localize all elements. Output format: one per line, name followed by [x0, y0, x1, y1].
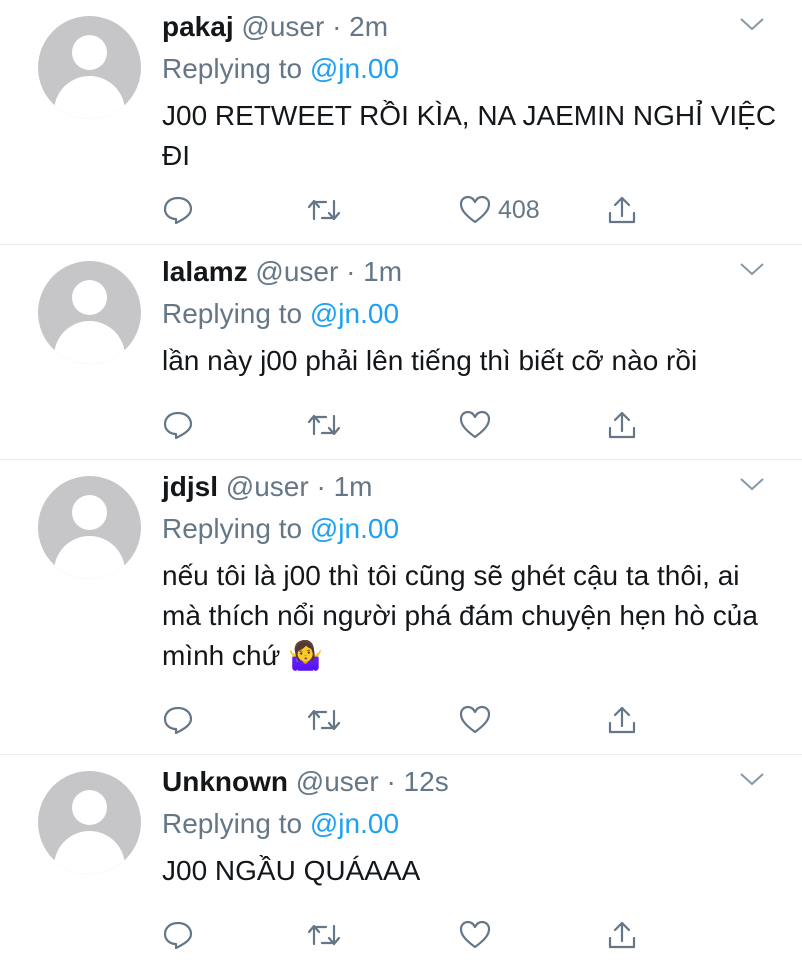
- tweet-actions: [162, 405, 682, 445]
- retweet-icon: [307, 414, 341, 436]
- chevron-down-icon[interactable]: [738, 769, 766, 789]
- user-name[interactable]: pakaj: [162, 11, 234, 42]
- heart-icon: [459, 410, 491, 439]
- tweet[interactable]: jdjsl @user · 1m Replying to @jn.00 nếu …: [0, 460, 802, 755]
- like-count: 408: [498, 195, 540, 224]
- share-button[interactable]: [606, 915, 638, 955]
- retweet-icon: [307, 199, 341, 221]
- heart-icon: [459, 195, 491, 224]
- tweet-actions: [162, 915, 682, 955]
- avatar[interactable]: [38, 16, 141, 119]
- share-button[interactable]: [606, 405, 638, 445]
- replying-handle-link[interactable]: @jn.00: [310, 808, 399, 839]
- user-meta: @user · 1m: [225, 471, 373, 502]
- retweet-icon: [307, 924, 341, 946]
- like-button[interactable]: [458, 405, 492, 445]
- retweet-button[interactable]: [306, 700, 342, 740]
- retweet-icon: [307, 709, 341, 731]
- replying-label: Replying to: [162, 298, 303, 329]
- reply-button[interactable]: [162, 405, 194, 445]
- tweet-header: Unknown @user · 12s: [162, 765, 449, 799]
- tweet-text: lần này j00 phải lên tiếng thì biết cỡ n…: [162, 345, 698, 376]
- share-button[interactable]: [606, 190, 638, 230]
- retweet-button[interactable]: [306, 915, 342, 955]
- replying-to: Replying to @jn.00: [162, 807, 399, 841]
- replying-to: Replying to @jn.00: [162, 297, 399, 331]
- retweet-button[interactable]: [306, 190, 342, 230]
- user-name[interactable]: jdjsl: [162, 471, 218, 502]
- heart-icon: [459, 705, 491, 734]
- chevron-down-icon[interactable]: [738, 14, 766, 34]
- reply-icon: [163, 196, 193, 225]
- reply-button[interactable]: [162, 190, 194, 230]
- user-name[interactable]: lalamz: [162, 256, 248, 287]
- reply-icon: [163, 411, 193, 440]
- replying-label: Replying to: [162, 513, 303, 544]
- share-icon: [608, 411, 636, 439]
- like-button[interactable]: 408: [458, 190, 540, 230]
- user-meta: @user · 12s: [295, 766, 449, 797]
- tweet-actions: [162, 700, 682, 740]
- tweet[interactable]: lalamz @user · 1m Replying to @jn.00 lần…: [0, 245, 802, 460]
- chevron-down-icon[interactable]: [738, 474, 766, 494]
- user-meta: @user · 1m: [255, 256, 403, 287]
- replying-label: Replying to: [162, 808, 303, 839]
- tweet-header: lalamz @user · 1m: [162, 255, 402, 289]
- share-icon: [608, 706, 636, 734]
- tweet[interactable]: pakaj @user · 2m Replying to @jn.00 J00 …: [0, 0, 802, 245]
- like-button[interactable]: [458, 700, 492, 740]
- avatar[interactable]: [38, 771, 141, 874]
- tweet-text: J00 RETWEET RỒI KÌA, NA JAEMIN NGHỈ VIỆC…: [162, 100, 777, 171]
- share-icon: [608, 196, 636, 224]
- reply-button[interactable]: [162, 700, 194, 740]
- like-button[interactable]: [458, 915, 492, 955]
- replying-handle-link[interactable]: @jn.00: [310, 53, 399, 84]
- replying-label: Replying to: [162, 53, 303, 84]
- tweet-header: jdjsl @user · 1m: [162, 470, 372, 504]
- share-icon: [608, 921, 636, 949]
- tweet-text: J00 NGẦU QUÁAAA: [162, 855, 421, 886]
- tweet-text: nếu tôi là j00 thì tôi cũng sẽ ghét cậu …: [162, 560, 758, 671]
- reply-icon: [163, 706, 193, 735]
- replying-handle-link[interactable]: @jn.00: [310, 298, 399, 329]
- replying-to: Replying to @jn.00: [162, 512, 399, 546]
- tweet[interactable]: Unknown @user · 12s Replying to @jn.00 J…: [0, 755, 802, 960]
- user-meta: @user · 2m: [241, 11, 389, 42]
- avatar[interactable]: [38, 261, 141, 364]
- tweet-header: pakaj @user · 2m: [162, 10, 388, 44]
- tweet-actions: 408: [162, 190, 682, 230]
- reply-icon: [163, 921, 193, 950]
- share-button[interactable]: [606, 700, 638, 740]
- heart-icon: [459, 920, 491, 949]
- replying-handle-link[interactable]: @jn.00: [310, 513, 399, 544]
- reply-button[interactable]: [162, 915, 194, 955]
- chevron-down-icon[interactable]: [738, 259, 766, 279]
- avatar[interactable]: [38, 476, 141, 579]
- retweet-button[interactable]: [306, 405, 342, 445]
- user-name[interactable]: Unknown: [162, 766, 288, 797]
- replying-to: Replying to @jn.00: [162, 52, 399, 86]
